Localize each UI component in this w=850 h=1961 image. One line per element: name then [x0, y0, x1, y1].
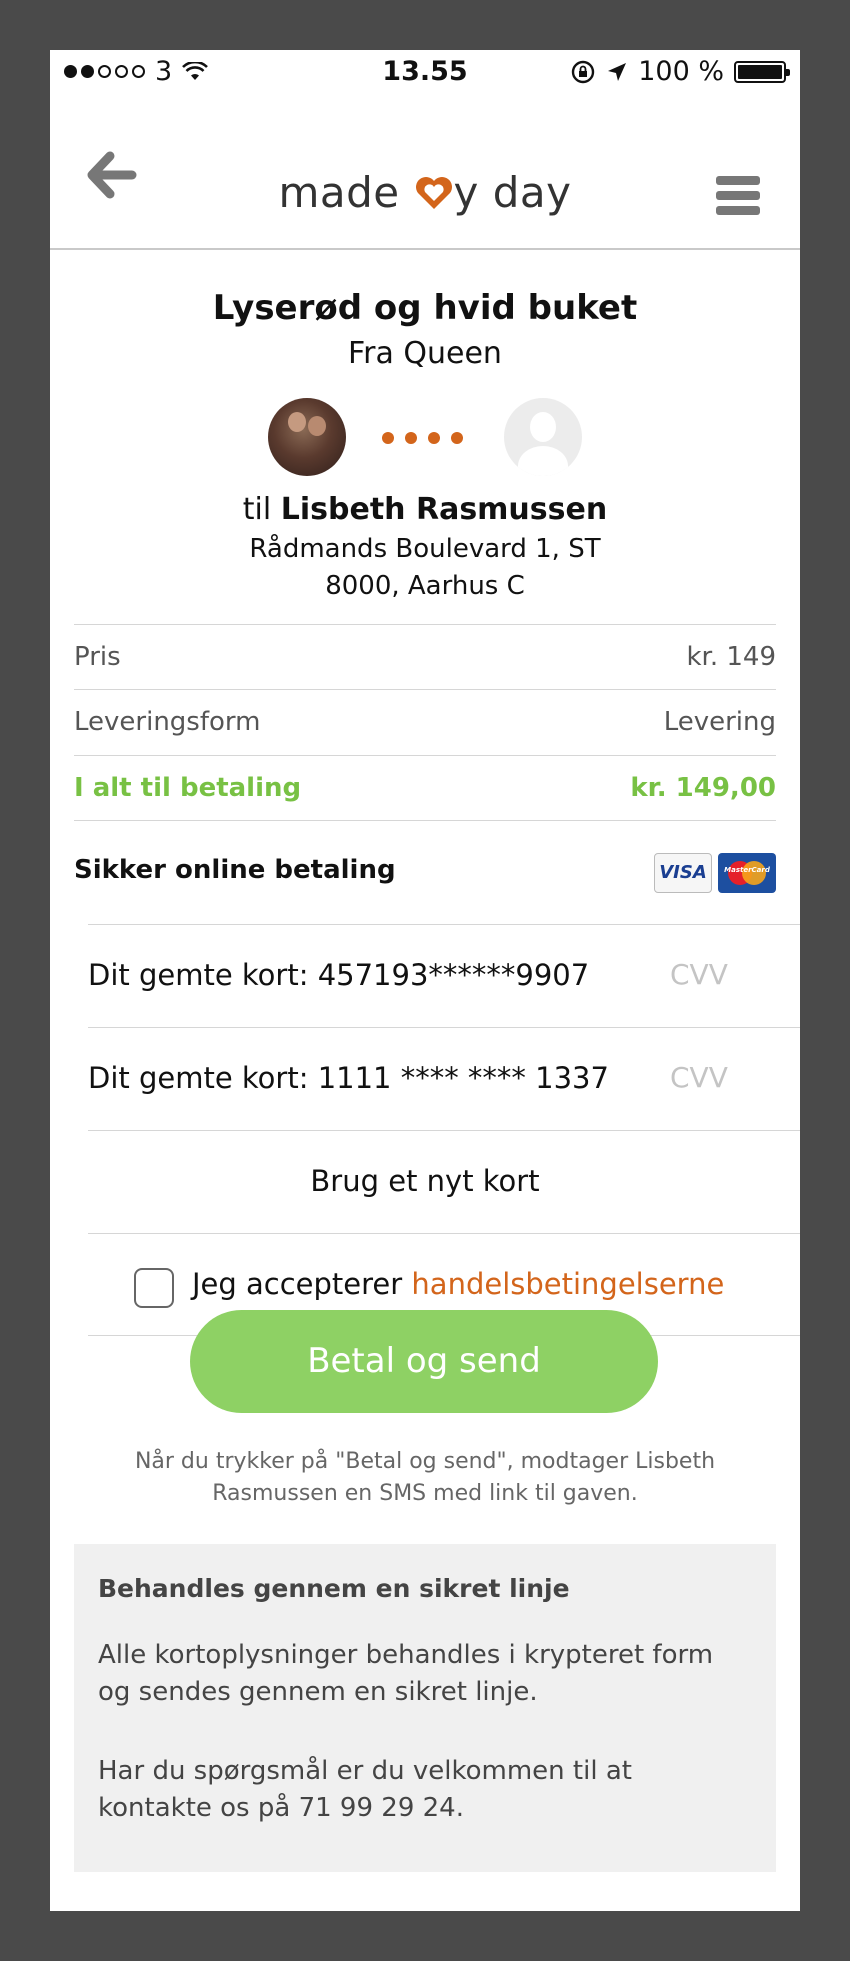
visa-icon: VISA	[654, 853, 712, 893]
recipient-avatar-placeholder-icon	[504, 398, 582, 476]
secure-info-paragraph-1: Alle kortoplysninger behandles i krypter…	[98, 1640, 714, 1707]
logo-text-left: made	[278, 168, 400, 217]
hamburger-menu-icon[interactable]	[716, 176, 760, 220]
rotation-lock-icon	[572, 60, 595, 83]
heart-logo-icon	[415, 177, 452, 209]
phone-screen: 3 13.55 100 % made y day Lyserød og hvid…	[50, 50, 800, 1911]
nav-bar: made y day	[50, 100, 800, 250]
saved-card-option-1[interactable]: Dit gemte kort: 457193******9907 CVV	[88, 924, 800, 1027]
location-icon	[608, 62, 627, 81]
delivery-label: Leveringsform	[74, 707, 261, 737]
status-bar: 3 13.55 100 %	[50, 50, 800, 100]
secure-payment-row: Sikker online betaling VISA MasterCard	[74, 820, 776, 924]
secure-payment-label: Sikker online betaling	[74, 855, 396, 885]
secure-info-heading: Behandles gennem en sikret linje	[98, 1574, 570, 1603]
madeyday-logo: made y day	[50, 168, 800, 217]
total-label: I alt til betaling	[74, 773, 302, 803]
cvv-input-2[interactable]: CVV	[670, 1061, 728, 1094]
pay-and-send-button[interactable]: Betal og send	[190, 1310, 658, 1413]
cvv-input-1[interactable]: CVV	[670, 958, 728, 991]
recipient-address-line1: Rådmands Boulevard 1, ST	[249, 534, 601, 564]
new-card-option[interactable]: Brug et nyt kort	[88, 1130, 800, 1233]
mastercard-icon: MasterCard	[718, 853, 776, 893]
sms-note: Når du trykker på "Betal og send", modta…	[134, 1449, 716, 1506]
logo-text-right: y day	[453, 168, 572, 217]
sender-avatar	[268, 398, 346, 476]
delivery-row: Leveringsform Levering	[74, 689, 776, 755]
terms-checkbox[interactable]	[134, 1268, 174, 1308]
recipient-name: Lisbeth Rasmussen	[280, 492, 608, 527]
card-logos: VISA MasterCard	[654, 853, 776, 893]
gift-sender: Fra Queen	[348, 336, 502, 371]
progress-dots-icon	[382, 432, 463, 444]
mastercard-text: MasterCard	[724, 866, 770, 874]
recipient-address-line2: 8000, Aarhus C	[325, 571, 525, 601]
recipient-line: til Lisbeth Rasmussen	[50, 492, 800, 527]
status-right: 100 %	[570, 56, 790, 87]
secure-info-paragraph-2: Har du spørgsmål er du velkommen til at …	[98, 1756, 632, 1823]
terms-link[interactable]: handelsbetingelserne	[411, 1267, 724, 1301]
price-value: kr. 149	[686, 642, 776, 672]
price-label: Pris	[74, 642, 121, 672]
new-card-label: Brug et nyt kort	[310, 1164, 540, 1198]
gift-title: Lyserød og hvid buket	[212, 288, 638, 328]
total-row: I alt til betaling kr. 149,00	[74, 755, 776, 821]
battery-icon	[734, 60, 790, 83]
saved-card-label-1: Dit gemte kort: 457193******9907	[88, 958, 590, 992]
terms-text: Jeg accepterer handelsbetingelserne	[192, 1267, 724, 1301]
secure-info-box: Behandles gennem en sikret linje Alle ko…	[74, 1544, 776, 1872]
saved-card-label-2: Dit gemte kort: 1111 **** **** 1337	[88, 1061, 609, 1095]
terms-prefix: Jeg accepterer	[192, 1267, 412, 1301]
to-prefix: til	[242, 492, 272, 527]
total-value: kr. 149,00	[630, 773, 776, 803]
delivery-value: Levering	[663, 707, 776, 737]
saved-card-option-2[interactable]: Dit gemte kort: 1111 **** **** 1337 CVV	[88, 1027, 800, 1130]
battery-percent: 100 %	[638, 56, 724, 87]
price-row: Pris kr. 149	[74, 624, 776, 690]
